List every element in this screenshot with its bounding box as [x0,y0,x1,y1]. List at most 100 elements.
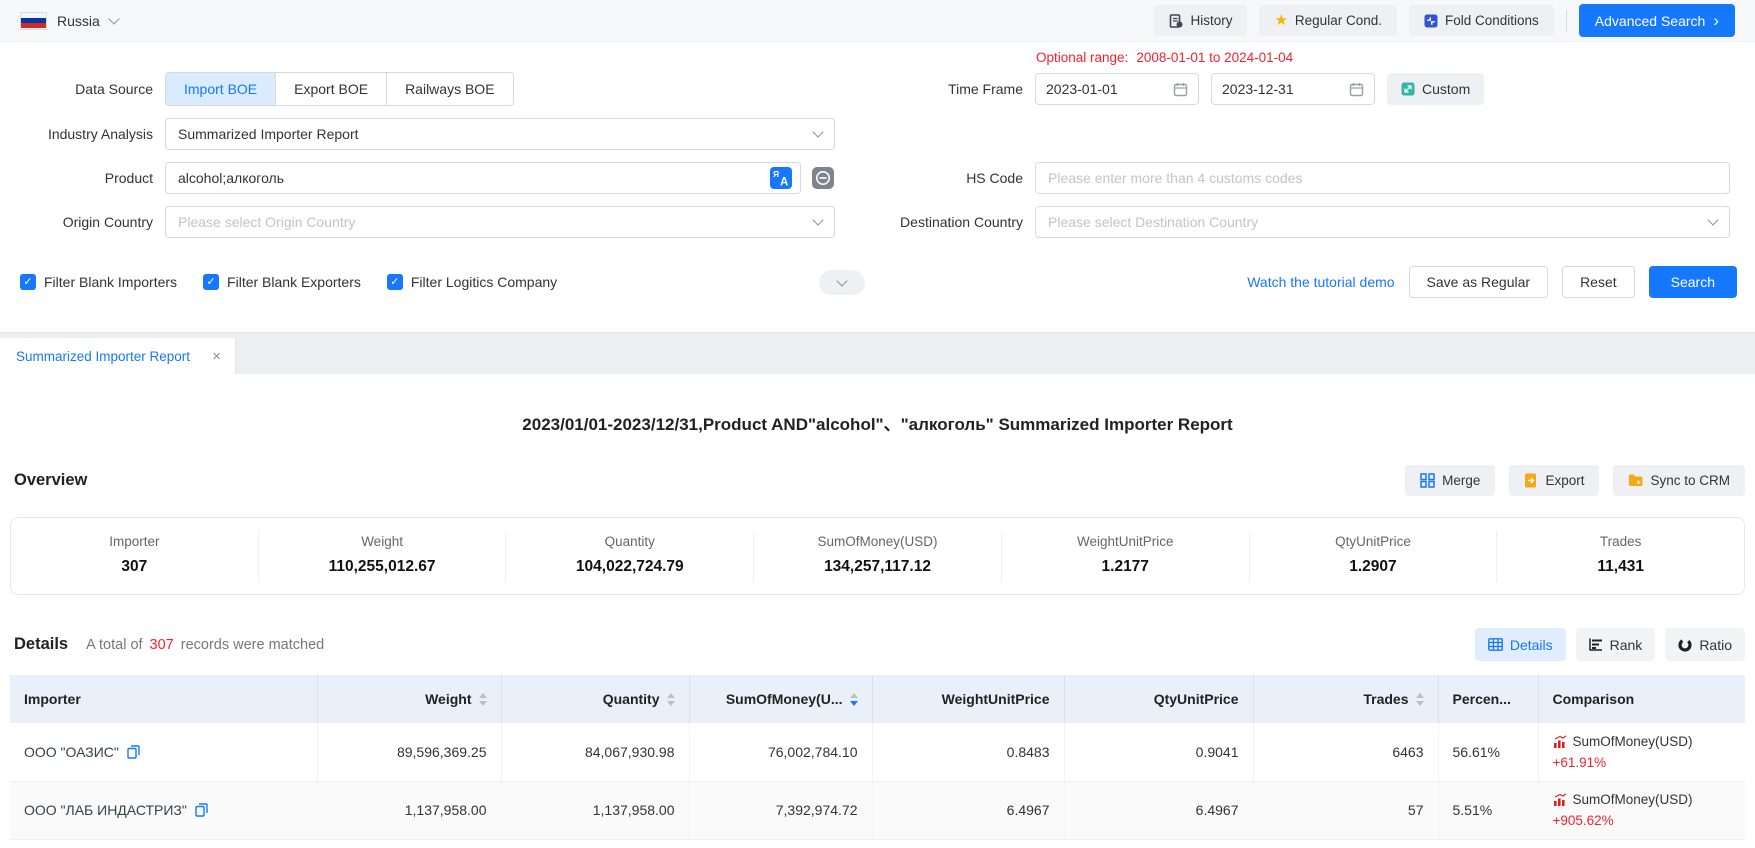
star-icon: ★ [1274,13,1287,28]
stat-label: WeightUnitPrice [1002,534,1249,549]
details-heading: Details [14,635,68,654]
sort-icon[interactable] [1416,693,1424,706]
history-label: History [1190,13,1232,28]
save-as-regular-button[interactable]: Save as Regular [1409,266,1549,298]
stat-value: 11,431 [1497,558,1744,576]
cell-qty-unit-price: 6.4967 [1064,781,1253,839]
translate-icon[interactable]: ЯA [769,166,793,193]
total-suffix: records were matched [181,637,324,653]
cell-weight: 1,137,958.00 [317,781,501,839]
view-rank-button[interactable]: Rank [1576,628,1656,661]
table-header-row: Importer Weight Quantity SumOfMoney(U...… [10,675,1745,723]
tab-railways-boe[interactable]: Railways BOE [387,73,512,105]
folder-sync-icon [1628,474,1643,487]
date-to-input[interactable]: 2023-12-31 [1211,73,1375,105]
cell-weight-unit-price: 0.8483 [872,723,1064,781]
checkbox-filter-blank-importers[interactable]: ✓ Filter Blank Importers [20,274,177,290]
filter-checkbox-group: ✓ Filter Blank Importers ✓ Filter Blank … [20,274,557,290]
sort-icon[interactable] [667,693,675,706]
industry-analysis-select[interactable]: Summarized Importer Report [165,118,835,150]
stat-value: 134,257,117.12 [754,558,1001,576]
stat-trades: Trades 11,431 [1497,531,1744,582]
stat-label: Weight [259,534,506,549]
copy-icon[interactable] [195,803,208,817]
sort-icon-desc-active[interactable] [850,693,858,706]
regular-cond-button[interactable]: ★ Regular Cond. [1259,5,1397,36]
tab-summarized-importer-report[interactable]: Summarized Importer Report × [0,338,236,374]
fold-conditions-label: Fold Conditions [1445,13,1539,28]
industry-analysis-value: Summarized Importer Report [178,126,359,142]
date-to-value: 2023-12-31 [1222,81,1294,97]
view-ratio-button[interactable]: Ratio [1665,628,1745,661]
col-percent: Percen... [1438,675,1538,723]
importer-name[interactable]: ООО "ОАЗИС" [24,744,119,760]
tab-import-boe[interactable]: Import BOE [166,73,276,105]
regular-cond-label: Regular Cond. [1295,13,1382,28]
tab-export-boe[interactable]: Export BOE [276,73,387,105]
tab-title: Summarized Importer Report [16,349,190,364]
custom-label: Custom [1422,81,1470,97]
stat-label: Quantity [506,534,753,549]
sort-icon[interactable] [479,693,487,706]
total-prefix: A total of [86,637,142,653]
col-quantity[interactable]: Quantity [501,675,689,723]
export-label: Export [1545,473,1584,488]
cell-percent: 5.51% [1438,781,1538,839]
importer-name[interactable]: ООО "ЛАБ ИНДАСТРИЗ" [24,802,187,818]
date-from-input[interactable]: 2023-01-01 [1035,73,1199,105]
checkbox-filter-blank-exporters[interactable]: ✓ Filter Blank Exporters [203,274,361,290]
vertical-divider [1566,10,1567,32]
copy-icon[interactable] [127,745,140,759]
svg-text:Я: Я [773,169,779,179]
svg-text:A: A [780,177,788,189]
chevron-down-icon [836,275,847,286]
chevron-right-icon: › [1713,12,1719,29]
close-icon[interactable]: × [212,348,221,365]
sync-to-crm-button[interactable]: Sync to CRM [1613,465,1745,496]
tutorial-demo-link[interactable]: Watch the tutorial demo [1247,274,1394,290]
country-selector[interactable]: Russia [20,12,118,30]
view-details-label: Details [1510,637,1553,653]
col-sum-of-money[interactable]: SumOfMoney(U... [689,675,872,723]
checkbox-filter-logitics-company[interactable]: ✓ Filter Logitics Company [387,274,557,290]
country-label: Russia [57,13,100,29]
col-comparison: Comparison [1538,675,1745,723]
history-button[interactable]: History [1154,5,1247,36]
collapse-form-button[interactable] [819,270,865,295]
col-qty-unit-price: QtyUnitPrice [1064,675,1253,723]
product-input[interactable] [165,162,801,194]
view-details-button[interactable]: Details [1475,628,1566,661]
origin-country-select[interactable]: Please select Origin Country [165,206,835,238]
history-icon [1169,14,1183,28]
view-ratio-label: Ratio [1699,637,1732,653]
report-title: 2023/01/01-2023/12/31,Product AND"alcoho… [0,410,1755,435]
merge-button[interactable]: Merge [1405,465,1495,496]
advanced-search-button[interactable]: Advanced Search › [1579,4,1735,37]
stat-quantity: Quantity 104,022,724.79 [506,531,754,582]
export-button[interactable]: Export [1509,465,1599,496]
data-source-tabs: Import BOE Export BOE Railways BOE [165,72,514,106]
optional-range-prefix: Optional range: [1036,50,1128,70]
search-button[interactable]: Search [1649,266,1737,298]
custom-range-button[interactable]: Custom [1387,73,1484,105]
reset-button[interactable]: Reset [1562,266,1635,298]
merge-label: Merge [1442,473,1480,488]
fold-conditions-button[interactable]: Fold Conditions [1409,5,1554,36]
fuzzy-match-icon[interactable] [811,166,835,190]
col-weight-unit-price: WeightUnitPrice [872,675,1064,723]
merge-icon [1420,473,1435,488]
cell-comparison: SumOfMoney(USD) +61.91% [1538,723,1745,781]
col-weight[interactable]: Weight [317,675,501,723]
stat-value: 110,255,012.67 [259,558,506,576]
stat-label: Importer [11,534,258,549]
checkbox-checked-icon: ✓ [203,274,219,290]
destination-country-select[interactable]: Please select Destination Country [1035,206,1730,238]
col-trades[interactable]: Trades [1253,675,1438,723]
stat-sum-of-money: SumOfMoney(USD) 134,257,117.12 [754,531,1002,582]
stat-value: 1.2177 [1002,558,1249,576]
comparison-metric: SumOfMoney(USD) [1573,734,1693,749]
hs-code-input[interactable] [1035,162,1730,194]
col-importer: Importer [10,675,317,723]
cell-comparison: SumOfMoney(USD) +905.62% [1538,781,1745,839]
stat-weight: Weight 110,255,012.67 [259,531,507,582]
